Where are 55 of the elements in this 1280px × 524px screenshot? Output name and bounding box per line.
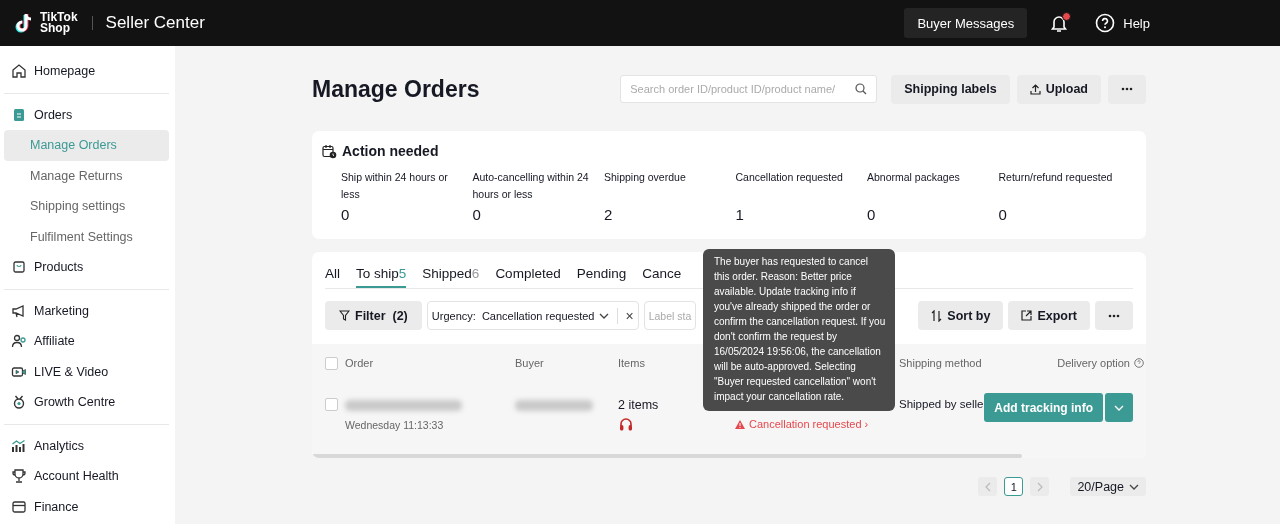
sort-button[interactable]: Sort by [918, 301, 1004, 330]
sidebar-item[interactable]: Orders [4, 99, 169, 130]
stat-label: Cancellation requested [735, 170, 844, 185]
items-count: 2 items [618, 398, 660, 412]
order-tab[interactable]: Cance [642, 264, 682, 288]
logo-text: TikTok Shop [40, 12, 78, 34]
stat-value: 2 [604, 206, 614, 223]
upload-button[interactable]: Upload [1016, 74, 1101, 104]
stat-value: 0 [867, 206, 877, 223]
card-title: Action needed [342, 143, 439, 159]
column-header: Items [618, 357, 645, 369]
shipping-labels-button[interactable]: Shipping labels [891, 74, 1010, 104]
order-tab[interactable]: To ship5 [356, 264, 407, 288]
sidebar-subitem[interactable]: Fulfilment Settings [4, 221, 169, 252]
stat-value: 1 [735, 206, 745, 223]
sidebar-subitem[interactable]: Manage Returns [4, 160, 169, 191]
sidebar-item[interactable]: Finance [4, 491, 169, 522]
stat-value: 0 [341, 206, 351, 223]
order-date: Wednesday 11:13:33 [345, 419, 445, 431]
export-button[interactable]: Export [1008, 301, 1090, 330]
stat-value: 0 [998, 206, 1008, 223]
column-header: Delivery option [1057, 357, 1130, 369]
page-number[interactable]: 1 [1004, 477, 1024, 496]
column-header: Shipping method [899, 357, 982, 369]
app-title: Seller Center [105, 13, 205, 33]
stat-label: Ship within 24 hours or less [341, 170, 449, 202]
filter-button[interactable]: Filter (2) [325, 301, 422, 330]
buyer-messages-button[interactable]: Buyer Messages [904, 8, 1028, 38]
sidebar-item[interactable]: Analytics [4, 430, 169, 461]
sidebar-item[interactable]: LIVE & Video [4, 356, 169, 387]
column-header: Buyer [515, 357, 544, 369]
sidebar-item[interactable]: Affiliate [4, 326, 169, 357]
column-header: Order [345, 357, 374, 369]
cancellation-requested-link[interactable]: Cancellation requested › [735, 418, 869, 430]
stat-label: Auto-cancelling within 24 hours or less [472, 170, 590, 202]
order-tab[interactable]: Pending [576, 264, 627, 288]
stat-label: Return/refund requested [998, 170, 1114, 185]
order-tab[interactable]: Shipped6 [422, 264, 480, 288]
sidebar-item[interactable]: Products [4, 252, 169, 283]
tooltip: The buyer has requested to cancel this order. Reason: Better price available. Update tracking info if you've already shipped the order or confirm the cancellation request. If you don't confirm the request by 16/05/2024 19:56:06, the cancellation will be auto-approved. Selecting "Buyer requested cancellation" won't impact your cancellation rate. [703, 249, 895, 411]
sidebar-subitem[interactable]: Shipping settings [4, 191, 169, 222]
help-link[interactable]: Help [1095, 13, 1150, 33]
order-tab[interactable]: All [325, 264, 340, 288]
sidebar-item[interactable]: Account Health [4, 461, 169, 492]
stat-label: Abnormal packages [867, 170, 961, 185]
sidebar-item[interactable]: Growth Centre [4, 387, 169, 418]
sidebar-item[interactable]: Homepage [4, 56, 169, 87]
stat-value: 0 [472, 206, 482, 223]
order-tab[interactable]: Completed [495, 264, 561, 288]
urgency-filter-chip[interactable]: Urgency: Cancellation requested × [426, 301, 639, 330]
stat-label: Shipping overdue [604, 170, 687, 185]
page-size-select[interactable]: 20/Page [1070, 477, 1146, 496]
sidebar-item[interactable]: Marketing [4, 295, 169, 326]
page-title: Manage Orders [312, 75, 481, 103]
shipping-method: Shipped by selle [899, 398, 984, 412]
